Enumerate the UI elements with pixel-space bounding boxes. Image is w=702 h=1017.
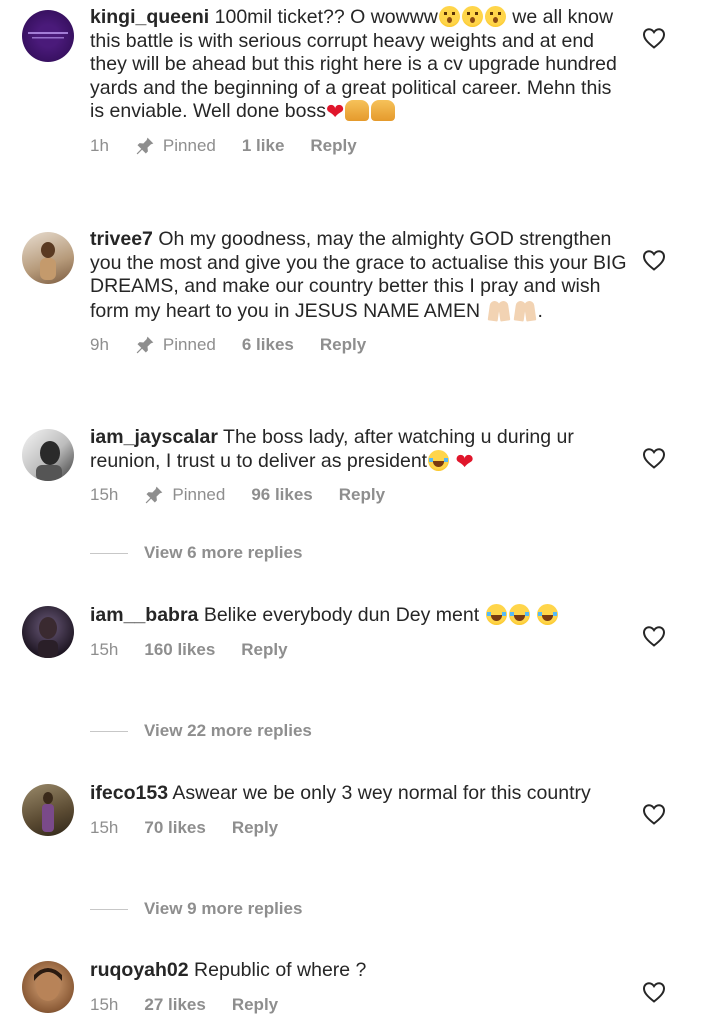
timestamp: 15h [90,994,119,1014]
reply-button[interactable]: Reply [310,136,356,156]
pin-icon [136,137,154,154]
comment-text: iam_jayscalar The boss lady, after watch… [90,426,574,474]
heart-outline-icon[interactable] [642,981,666,1003]
pin-icon [136,336,154,354]
timestamp: 15h [90,485,119,504]
astonished-emoji-icon [461,6,483,27]
reply-button[interactable]: Reply [232,818,278,838]
username[interactable]: iam__babra [90,604,198,626]
comment-text: trivee7 Oh my goodness, may the almighty… [90,228,627,322]
divider [90,552,128,554]
astonished-emoji-icon [484,6,506,27]
likes-count[interactable]: 96 likes [251,485,312,505]
comment-meta: 15h Pinned 96 likes Reply [90,485,630,505]
timestamp: 9h [90,335,109,354]
timestamp: 15h [90,639,119,659]
tears-of-joy-emoji-icon [428,449,450,471]
comment-text: ruqoyah02 Republic of where ? [90,959,367,981]
reply-button[interactable]: Reply [232,995,278,1015]
timestamp: 15h [90,817,119,837]
pinned-badge: Pinned [135,335,216,355]
likes-count[interactable]: 6 likes [242,335,294,355]
divider [90,730,128,732]
pinned-badge: Pinned [135,136,216,156]
comment-meta: 15h 160 likes Reply [90,640,630,660]
comment-meta: 15h 70 likes Reply [90,818,630,838]
divider [90,908,128,910]
username[interactable]: trivee7 [90,228,153,250]
heart-outline-icon[interactable] [642,625,666,647]
avatar[interactable] [22,784,74,836]
comment-meta: 15h 27 likes Reply [90,995,630,1015]
folded-hands-emoji-icon [514,299,536,321]
astonished-emoji-icon [438,6,460,27]
raising-hands-emoji-icon [371,100,396,121]
folded-hands-emoji-icon [488,299,510,321]
comment-text: iam__babra Belike everybody dun Dey ment [90,604,630,628]
view-more-replies-button[interactable]: View 9 more replies [90,899,302,919]
timestamp: 1h [90,135,109,155]
view-more-replies-button[interactable]: View 6 more replies [90,543,302,563]
likes-count[interactable]: 27 likes [144,995,205,1015]
avatar[interactable] [22,961,74,1013]
red-heart-emoji-icon: ❤ [325,99,345,124]
username[interactable]: iam_jayscalar [90,426,218,448]
tears-of-joy-emoji-icon [508,604,530,625]
username[interactable]: kingi_queeni [90,6,209,28]
heart-outline-icon[interactable] [642,447,666,469]
username[interactable]: ruqoyah02 [90,959,189,981]
heart-outline-icon[interactable] [642,249,666,271]
avatar[interactable] [22,429,74,481]
avatar[interactable] [22,232,74,284]
likes-count[interactable]: 70 likes [144,818,205,838]
reply-button[interactable]: Reply [339,485,385,505]
red-heart-emoji-icon: ❤ [455,448,474,474]
heart-outline-icon[interactable] [642,803,666,825]
tears-of-joy-emoji-icon [485,604,507,625]
avatar[interactable] [22,10,74,62]
raising-hands-emoji-icon [345,100,370,121]
reply-button[interactable]: Reply [241,640,287,660]
heart-outline-icon[interactable] [642,27,666,49]
comment-text: kingi_queeni 100mil ticket?? O wowww we … [90,6,617,124]
tears-of-joy-emoji-icon [536,604,558,625]
likes-count[interactable]: 160 likes [144,640,215,660]
view-more-replies-button[interactable]: View 22 more replies [90,721,312,741]
pinned-badge: Pinned [144,485,225,505]
reply-button[interactable]: Reply [320,335,366,355]
likes-count[interactable]: 1 like [242,136,285,156]
comment-meta: 9h Pinned 6 likes Reply [90,335,630,355]
username[interactable]: ifeco153 [90,782,168,804]
comment-text: ifeco153 Aswear we be only 3 wey normal … [90,782,591,804]
pin-icon [146,486,163,504]
avatar[interactable] [22,606,74,658]
comment-meta: 1h Pinned 1 like Reply [90,136,630,156]
